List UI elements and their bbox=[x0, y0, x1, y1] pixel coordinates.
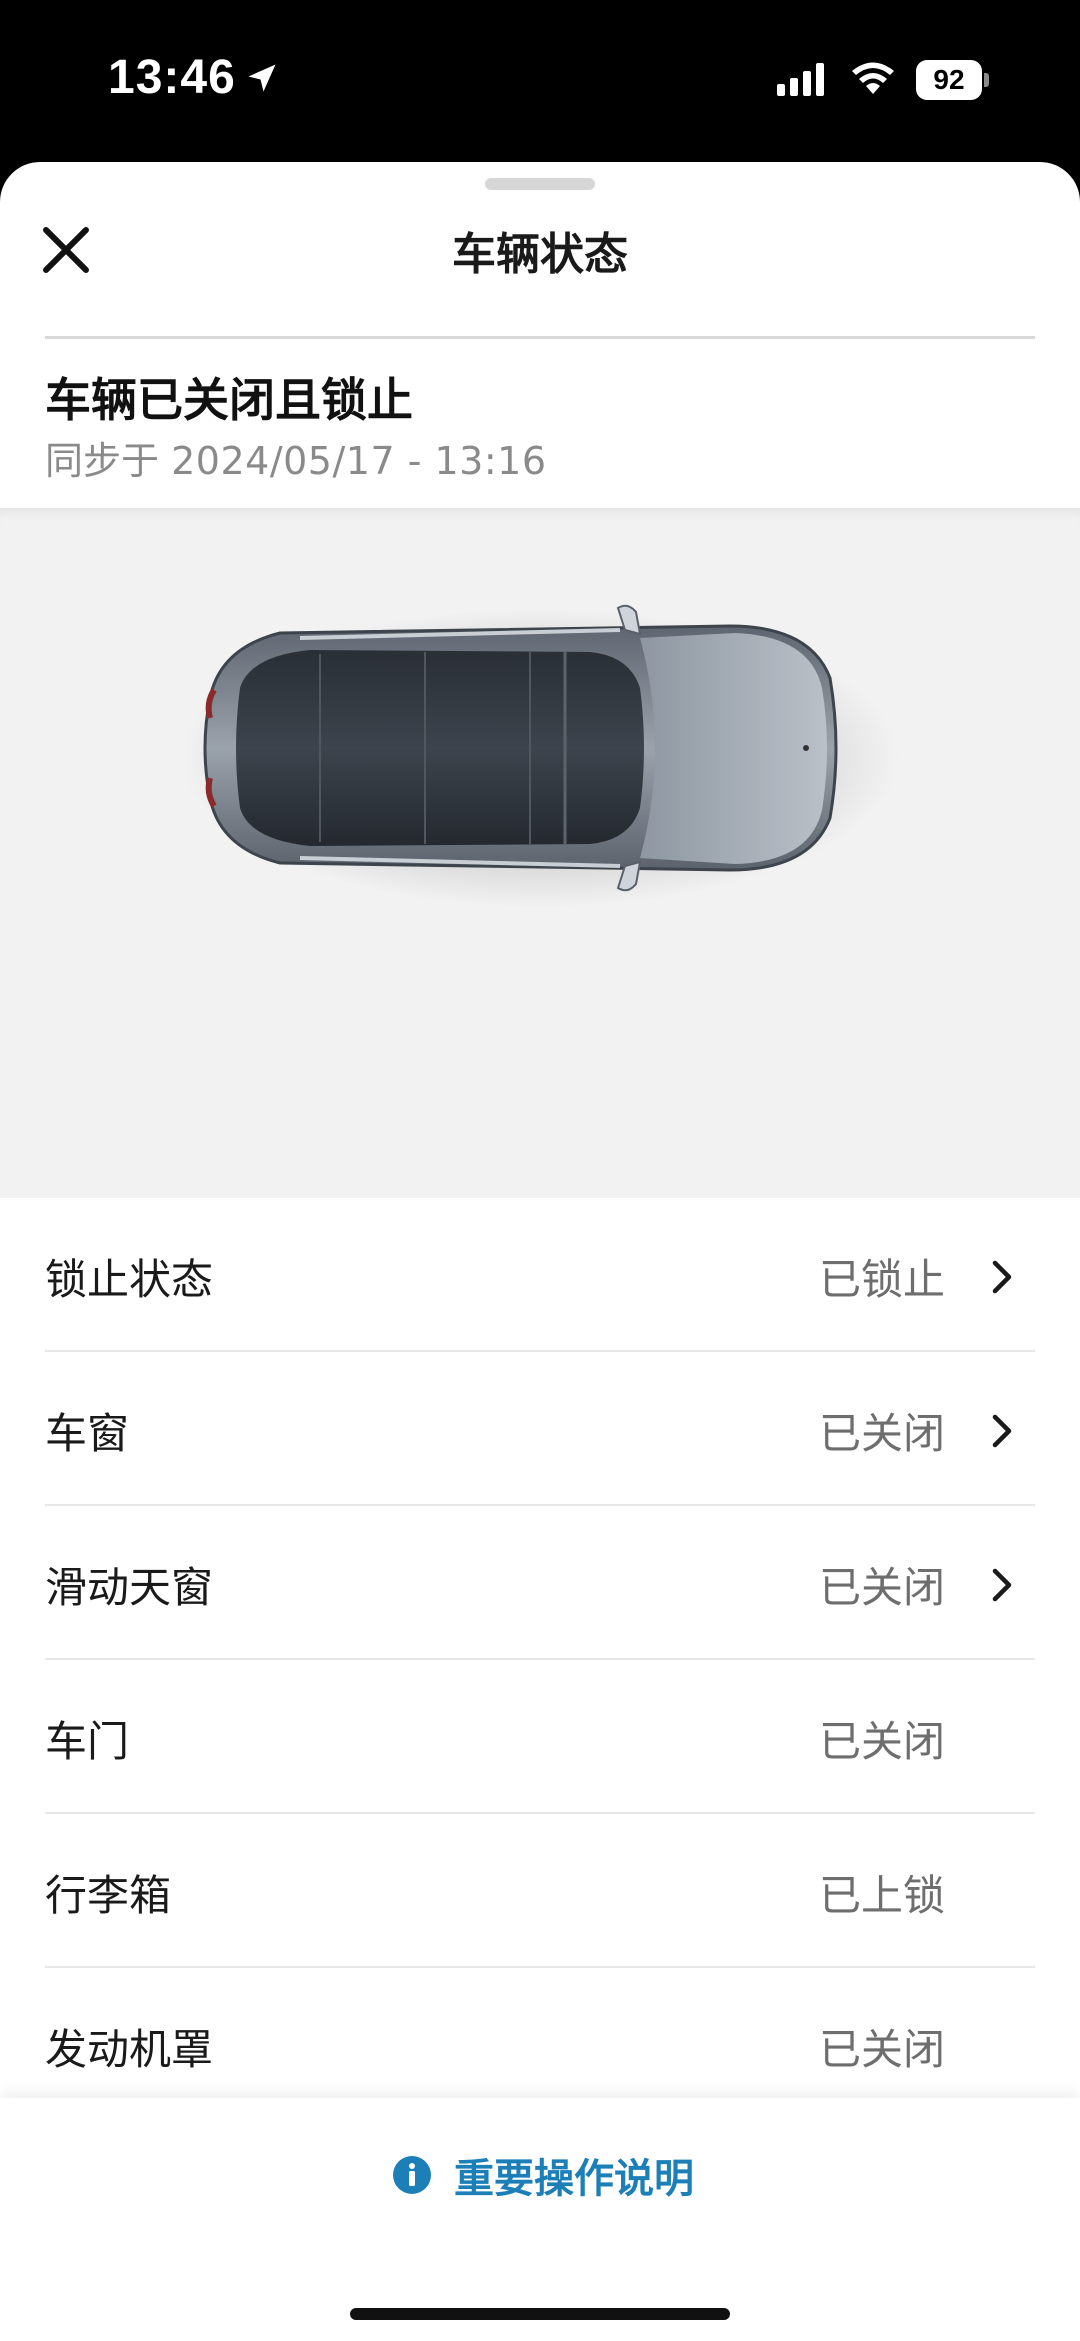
status-row-2[interactable]: 滑动天窗 已关闭 bbox=[0, 1506, 1080, 1660]
status-row-label: 锁止状态 bbox=[45, 1255, 214, 1304]
chevron-right-icon bbox=[992, 1260, 1012, 1294]
sync-prefix: 同步于 bbox=[45, 439, 160, 483]
status-row-label: 行李箱 bbox=[45, 1871, 172, 1920]
status-row-value: 已关闭 bbox=[818, 1563, 945, 1612]
status-row-3: 车门 已关闭 bbox=[0, 1660, 1080, 1814]
sync-timestamp: 同步于 2024/05/17 - 13:16 bbox=[45, 430, 547, 485]
status-row-label: 发动机罩 bbox=[45, 2025, 214, 2074]
car-top-view-image bbox=[180, 604, 900, 908]
sheet-title: 车辆状态 bbox=[452, 229, 628, 280]
vehicle-status-sheet: 车辆状态 车辆已关闭且锁止 同步于 2024/05/17 - 13:16 锁止状… bbox=[0, 162, 1080, 2341]
battery-level: 92 bbox=[916, 60, 982, 100]
status-time: 13:46 bbox=[108, 51, 236, 104]
status-row-0[interactable]: 锁止状态 已锁止 bbox=[0, 1198, 1080, 1352]
status-row-value: 已锁止 bbox=[818, 1255, 945, 1304]
bottom-bar: 重要操作说明 bbox=[0, 2098, 1080, 2341]
sync-time: 2024/05/17 - 13:16 bbox=[171, 439, 547, 483]
battery-indicator: 92 bbox=[916, 60, 989, 100]
status-row-value: 已关闭 bbox=[818, 1409, 945, 1458]
wifi-icon bbox=[852, 62, 894, 94]
status-row-label: 车门 bbox=[45, 1717, 130, 1766]
sheet-grabber[interactable] bbox=[485, 178, 595, 190]
status-row-1[interactable]: 车窗 已关闭 bbox=[0, 1352, 1080, 1506]
status-row-label: 车窗 bbox=[45, 1409, 130, 1458]
status-list: 锁止状态 已锁止 车窗 已关闭 滑动天窗 已关闭 车门 已关闭 行李箱 已上锁 … bbox=[0, 1198, 1080, 2122]
status-row-value: 已上锁 bbox=[818, 1871, 945, 1920]
chevron-right-icon bbox=[992, 1568, 1012, 1602]
battery-tip bbox=[984, 73, 989, 87]
info-icon bbox=[393, 2156, 431, 2194]
important-instructions-link[interactable]: 重要操作说明 bbox=[392, 2150, 694, 2202]
header-divider bbox=[45, 336, 1035, 339]
status-bar: 13:46 92 bbox=[0, 0, 1080, 160]
cellular-signal-icon bbox=[777, 63, 824, 96]
status-row-value: 已关闭 bbox=[818, 1717, 945, 1766]
status-row-value: 已关闭 bbox=[818, 2025, 945, 2074]
location-arrow-icon bbox=[248, 64, 276, 92]
info-link-label: 重要操作说明 bbox=[454, 2156, 694, 2202]
status-row-label: 滑动天窗 bbox=[45, 1563, 214, 1612]
home-indicator[interactable] bbox=[350, 2308, 730, 2320]
chevron-right-icon bbox=[992, 1414, 1012, 1448]
car-image-area bbox=[0, 508, 1080, 1198]
status-row-4: 行李箱 已上锁 bbox=[0, 1814, 1080, 1968]
vehicle-status-heading: 车辆已关闭且锁止 bbox=[45, 373, 413, 427]
